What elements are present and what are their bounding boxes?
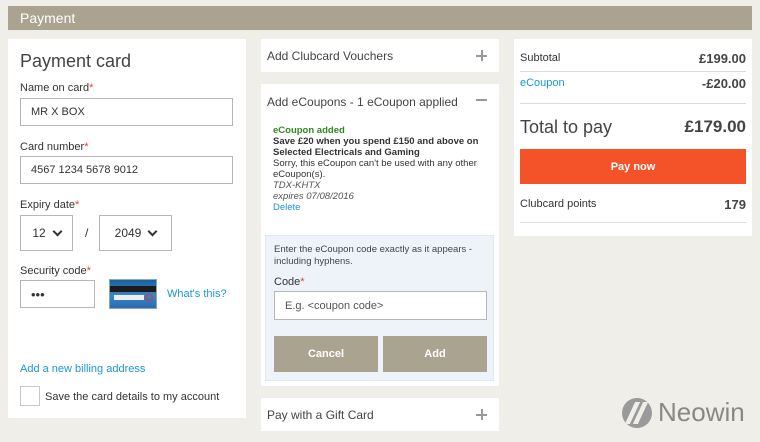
whats-this-link[interactable]: What's this? — [167, 288, 227, 300]
subtotal-label: Subtotal — [520, 52, 561, 64]
divider — [520, 71, 746, 72]
chevron-down-icon — [147, 226, 158, 236]
minus-icon[interactable] — [476, 99, 487, 101]
page-header: Payment — [8, 6, 752, 30]
ecoupon-note: Sorry, this eCoupon can't be used with a… — [273, 158, 477, 180]
gift-card-section[interactable]: Pay with a Gift Card — [261, 398, 499, 431]
ecoupon-row: eCoupon -£20.00 — [520, 76, 746, 91]
subtotal-value: £199.00 — [699, 51, 746, 66]
ecoupon-code: TDX-KHTX — [273, 180, 321, 191]
coupon-code-input[interactable]: E.g. <coupon code> — [274, 291, 487, 320]
add-billing-address-link[interactable]: Add a new billing address — [20, 363, 145, 375]
ecoupon-description: Save £20 when you spend £150 and above o… — [273, 136, 479, 158]
save-card-checkbox[interactable] — [20, 386, 40, 406]
expiry-month-select[interactable]: 12 — [20, 215, 73, 251]
security-code-input[interactable]: ••• — [20, 280, 95, 308]
ecoupon-entry-box: Enter the eCoupon code exactly as it app… — [265, 235, 494, 381]
plus-icon[interactable] — [476, 50, 487, 61]
card-number-input[interactable]: 4567 1234 5678 9012 — [20, 156, 233, 184]
subtotal-row: Subtotal £199.00 — [520, 51, 746, 66]
name-on-card-label: Name on card* — [20, 82, 94, 94]
expiry-date-label: Expiry date* — [20, 199, 80, 211]
clubcard-vouchers-title: Add Clubcard Vouchers — [267, 49, 394, 63]
code-label: Code* — [274, 276, 305, 288]
pay-now-button[interactable]: Pay now — [520, 149, 746, 184]
name-on-card-input[interactable]: MR X BOX — [20, 98, 233, 126]
expiry-separator: / — [85, 226, 89, 240]
gift-card-title: Pay with a Gift Card — [267, 408, 374, 422]
cancel-button[interactable]: Cancel — [274, 336, 378, 372]
card-back-image — [109, 279, 157, 309]
chevron-down-icon — [52, 226, 63, 236]
neowin-text: Neowin — [658, 397, 745, 427]
ecoupon-summary-label: eCoupon — [520, 77, 565, 89]
total-value: £179.00 — [684, 117, 746, 136]
divider — [520, 103, 746, 104]
payment-card-panel: Payment card Name on card* MR X BOX Card… — [8, 39, 246, 418]
save-card-label: Save the card details to my account — [45, 391, 220, 403]
total-label: Total to pay — [520, 117, 613, 137]
neowin-watermark: Neowin — [622, 397, 745, 428]
ecoupon-instructions: Enter the eCoupon code exactly as it app… — [274, 244, 473, 267]
expiry-year-value: 2049 — [114, 226, 142, 240]
ecoupon-summary-value: -£20.00 — [701, 76, 746, 91]
payment-card-title: Payment card — [20, 51, 132, 71]
divider — [520, 222, 746, 223]
clubcard-vouchers-section[interactable]: Add Clubcard Vouchers — [261, 39, 499, 72]
total-row: Total to pay £179.00 — [520, 117, 746, 138]
expiry-year-select[interactable]: 2049 — [99, 215, 172, 251]
clubcard-points-value: 179 — [724, 197, 746, 212]
ecoupons-title: Add eCoupons - 1 eCoupon applied — [267, 95, 458, 109]
clubcard-points-label: Clubcard points — [520, 198, 597, 210]
ecoupons-section: Add eCoupons - 1 eCoupon applied eCoupon… — [261, 84, 499, 386]
delete-ecoupon-link[interactable]: Delete — [273, 202, 488, 213]
applied-ecoupon: eCoupon added Save £20 when you spend £1… — [273, 125, 488, 213]
add-coupon-button[interactable]: Add — [383, 336, 487, 372]
ecoupon-expiry: expires 07/08/2016 — [273, 191, 354, 202]
expiry-month-value: 12 — [32, 226, 46, 240]
card-number-label: Card number* — [20, 141, 89, 153]
ecoupon-added-text: eCoupon added — [273, 125, 345, 136]
plus-icon[interactable] — [476, 409, 487, 420]
order-summary-panel: Subtotal £199.00 eCoupon -£20.00 Total t… — [514, 39, 752, 236]
neowin-logo-icon — [622, 397, 652, 428]
clubcard-points-row: Clubcard points 179 — [520, 197, 746, 212]
security-code-label: Security code* — [20, 265, 91, 277]
